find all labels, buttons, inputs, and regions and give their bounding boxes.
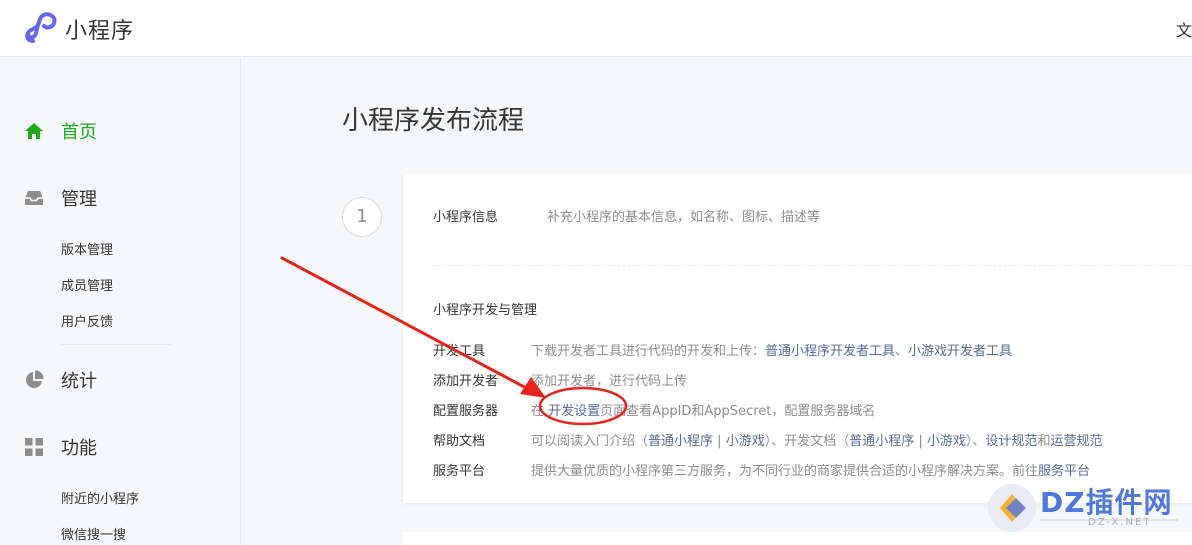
dashed-divider (432, 265, 1192, 266)
section-title: 小程序开发与管理 (433, 303, 538, 318)
sidebar-item-manage[interactable]: 管理 (0, 181, 241, 215)
design-guide-link[interactable]: 设计规范 (985, 434, 1037, 449)
header-docs-link[interactable]: 文 (1176, 17, 1192, 41)
home-icon (25, 123, 43, 139)
row-label: 开发工具 (433, 344, 486, 359)
intro-game-link[interactable]: 小游戏 (726, 434, 765, 449)
row-desc: 可以阅读入门介绍（普通小程序 | 小游戏）、开发文档（普通小程序 | 小游戏）、… (531, 434, 1103, 449)
inbox-icon (25, 191, 43, 205)
miniprogram-logo-icon[interactable] (24, 11, 58, 45)
row-desc: 提供大量优质的小程序第三方服务，为不同行业的商家提供合适的小程序解决方案。前往服… (531, 464, 1091, 479)
sidebar-divider (61, 344, 171, 345)
intro-miniprogram-link[interactable]: 普通小程序 (648, 434, 713, 449)
miniprogram-info-desc: 补充小程序的基本信息，如名称、图标、描述等 (547, 210, 821, 225)
miniprogram-info-label: 小程序信息 (433, 210, 499, 225)
service-platform-link[interactable]: 服务平台 (1038, 464, 1090, 479)
sidebar-item-user-feedback[interactable]: 用户反馈 (61, 311, 113, 330)
top-header: 小程序 文 (0, 0, 1192, 57)
docs-game-link[interactable]: 小游戏 (927, 434, 966, 449)
row-desc: 添加开发者，进行代码上传 (531, 374, 688, 389)
sidebar-item-label: 管理 (61, 189, 97, 210)
row-label: 添加开发者 (433, 374, 499, 389)
watermark-text: DZ插件网 (1040, 486, 1173, 519)
pie-chart-icon (26, 370, 44, 388)
operation-guide-link[interactable]: 运营规范 (1050, 434, 1102, 449)
row-label: 帮助文档 (433, 434, 486, 449)
page-title: 小程序发布流程 (342, 106, 525, 136)
row-label: 配置服务器 (433, 404, 499, 419)
sidebar-item-stats[interactable]: 统计 (0, 363, 241, 397)
sidebar-item-label: 统计 (61, 371, 97, 392)
docs-miniprogram-link[interactable]: 普通小程序 (849, 434, 914, 449)
sidebar-item-nearby-miniprogram[interactable]: 附近的小程序 (61, 488, 139, 507)
sidebar-item-label: 首页 (61, 122, 97, 143)
sidebar-item-member-manage[interactable]: 成员管理 (61, 275, 113, 294)
row-label: 服务平台 (433, 464, 486, 479)
sidebar-item-version-manage[interactable]: 版本管理 (61, 239, 113, 258)
grid-icon (25, 438, 43, 456)
sidebar-item-wechat-search[interactable]: 微信搜一搜 (61, 524, 126, 543)
brand-title[interactable]: 小程序 (65, 13, 134, 45)
sidebar-item-features[interactable]: 功能 (0, 430, 241, 464)
sidebar-item-home[interactable]: 首页 (0, 114, 241, 148)
row-desc: 下载开发者工具进行代码的开发和上传：普通小程序开发者工具、小游戏开发者工具 (531, 344, 1013, 359)
game-dev-tools-download-link[interactable]: 小游戏开发者工具 (908, 344, 1012, 359)
watermark-subtext: DZ-X.NET (1088, 517, 1152, 528)
dev-settings-link[interactable]: 开发设置 (548, 404, 600, 419)
sidebar-item-label: 功能 (61, 438, 97, 459)
step-number: 1 (342, 197, 382, 237)
dev-tools-download-link[interactable]: 普通小程序开发者工具 (765, 344, 895, 359)
row-desc: 在 开发设置页面查看AppID和AppSecret，配置服务器域名 (531, 404, 876, 419)
